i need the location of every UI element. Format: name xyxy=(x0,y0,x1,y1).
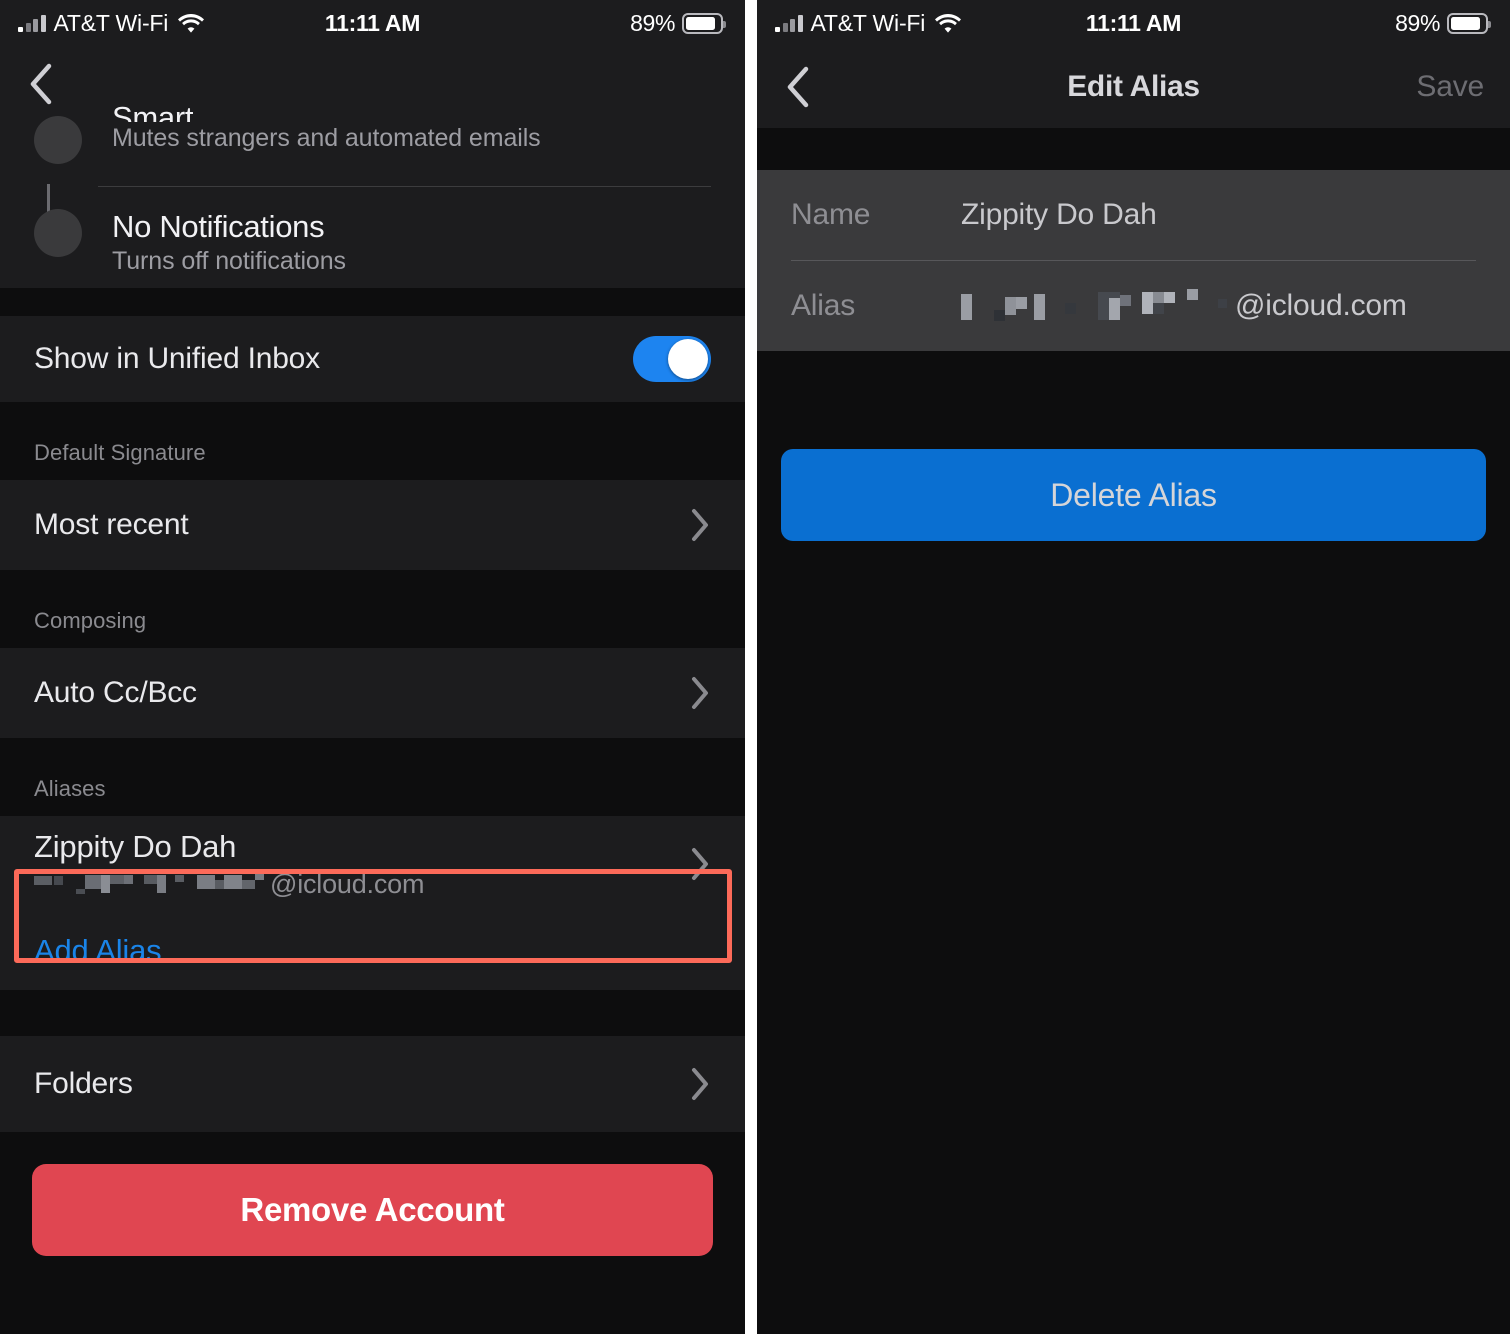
wifi-icon xyxy=(178,13,205,33)
alias-domain-label: @icloud.com xyxy=(270,868,425,899)
redacted-alias-blocks xyxy=(961,289,1227,321)
alias-name-label: Zippity Do Dah xyxy=(34,828,237,864)
radio-button-no-notifications[interactable] xyxy=(34,209,82,257)
toggle-knob xyxy=(668,339,708,379)
notification-option-smart[interactable]: Smart Mutes strangers and automated emai… xyxy=(0,100,745,164)
section-gap xyxy=(0,990,745,1036)
status-bar-left-group: AT&T Wi-Fi xyxy=(775,9,962,37)
notification-options-group: Smart Mutes strangers and automated emai… xyxy=(0,100,745,288)
alias-field-value[interactable]: @icloud.com xyxy=(961,289,1407,323)
toggle-show-in-unified-inbox[interactable] xyxy=(633,336,711,382)
chevron-right-icon xyxy=(689,675,711,711)
section-gap xyxy=(0,1132,745,1164)
section-gap xyxy=(757,351,1510,449)
chevron-right-icon xyxy=(689,846,711,882)
section-header-composing: Composing xyxy=(0,570,745,648)
right-phone-screen: AT&T Wi-Fi 11:11 AM 89% Edit Alias Save … xyxy=(757,0,1510,1334)
row-label: Folders xyxy=(34,1067,133,1100)
row-show-in-unified-inbox[interactable]: Show in Unified Inbox xyxy=(0,316,745,402)
cellular-bars-icon xyxy=(18,14,46,32)
option-subtitle: Mutes strangers and automated emails xyxy=(112,124,541,152)
form-row-alias[interactable]: Alias @icloud.com xyxy=(757,261,1510,351)
back-button-right[interactable] xyxy=(783,64,813,110)
status-bar-right-group: 89% xyxy=(630,9,726,37)
redacted-alias-blocks xyxy=(34,871,270,897)
option-subtitle: Turns off notifications xyxy=(112,247,346,275)
section-header-aliases: Aliases xyxy=(0,738,745,816)
carrier-label: AT&T Wi-Fi xyxy=(53,9,169,36)
remove-account-button[interactable]: Remove Account xyxy=(32,1164,713,1256)
panel-divider xyxy=(745,0,757,1334)
row-label: Auto Cc/Bcc xyxy=(34,676,197,709)
notification-option-no-notifications[interactable]: No Notifications Turns off notifications xyxy=(0,209,745,276)
row-alias-zippity-do-dah[interactable]: Zippity Do Dah @icloud.com xyxy=(0,816,745,912)
alias-domain-label: @icloud.com xyxy=(1235,289,1407,322)
row-default-signature[interactable]: Most recent xyxy=(0,480,745,570)
row-auto-cc-bcc[interactable]: Auto Cc/Bcc xyxy=(0,648,745,738)
radio-button-smart[interactable] xyxy=(34,116,82,164)
delete-alias-button[interactable]: Delete Alias xyxy=(781,449,1486,541)
section-header-default-signature: Default Signature xyxy=(0,402,745,480)
section-gap xyxy=(757,128,1510,170)
status-bar-left-group: AT&T Wi-Fi xyxy=(18,9,205,37)
row-label: Most recent xyxy=(34,508,189,541)
divider xyxy=(98,186,711,187)
row-folders[interactable]: Folders xyxy=(0,1036,745,1132)
page-title: Edit Alias xyxy=(1067,70,1200,103)
alias-address-line: @icloud.com xyxy=(34,869,424,900)
row-add-alias[interactable]: Add Alias xyxy=(0,912,745,990)
battery-icon xyxy=(1447,12,1491,34)
wifi-icon xyxy=(935,13,962,33)
row-label: Show in Unified Inbox xyxy=(34,342,320,375)
status-bar-right-group: 89% xyxy=(1395,9,1491,37)
cellular-bars-icon xyxy=(775,14,803,32)
alias-field-label: Alias xyxy=(791,289,856,322)
left-phone-screen: AT&T Wi-Fi 11:11 AM 89% Smart Mutes stra… xyxy=(0,0,745,1334)
save-button[interactable]: Save xyxy=(1416,70,1484,104)
option-title: Smart xyxy=(112,100,194,122)
status-bar-right: AT&T Wi-Fi 11:11 AM 89% xyxy=(757,0,1510,46)
chevron-right-icon xyxy=(689,507,711,543)
section-gap xyxy=(0,288,745,316)
option-title: No Notifications xyxy=(112,209,325,244)
form-row-name[interactable]: Name Zippity Do Dah xyxy=(757,170,1510,260)
name-field-value[interactable]: Zippity Do Dah xyxy=(961,198,1157,232)
add-alias-label: Add Alias xyxy=(34,933,162,968)
carrier-label: AT&T Wi-Fi xyxy=(810,9,926,36)
alias-form-card: Name Zippity Do Dah Alias @icloud.com xyxy=(757,170,1510,351)
battery-icon xyxy=(682,12,726,34)
status-bar-left: AT&T Wi-Fi 11:11 AM 89% xyxy=(0,0,745,46)
nav-bar-right: Edit Alias Save xyxy=(757,46,1510,128)
back-button-left[interactable] xyxy=(26,61,56,107)
dual-screenshot-container: AT&T Wi-Fi 11:11 AM 89% Smart Mutes stra… xyxy=(0,0,1510,1334)
battery-percent-label: 89% xyxy=(1395,9,1440,36)
battery-percent-label: 89% xyxy=(630,9,675,36)
name-field-label: Name xyxy=(791,198,871,231)
chevron-right-icon xyxy=(689,1066,711,1102)
